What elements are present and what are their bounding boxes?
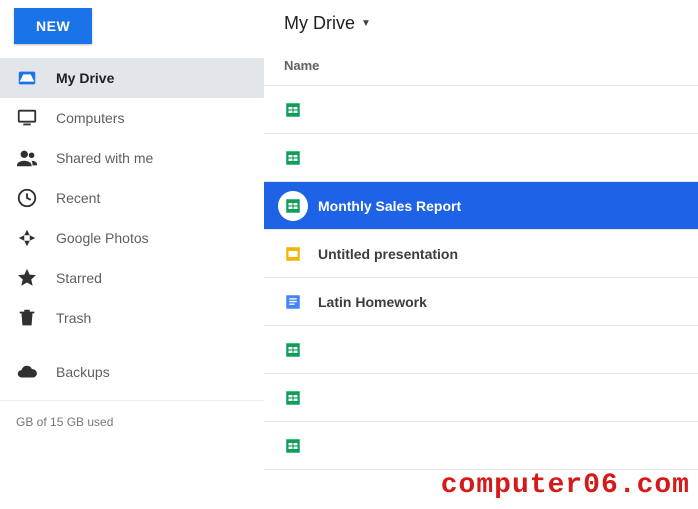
sidebar-item-my-drive[interactable]: My Drive: [0, 58, 264, 98]
new-button[interactable]: NEW: [14, 8, 92, 44]
file-row[interactable]: [264, 134, 698, 182]
slides-file-icon: [284, 245, 318, 263]
sidebar-item-label: Recent: [56, 190, 100, 206]
file-row[interactable]: [264, 86, 698, 134]
sheet-file-icon: [284, 389, 318, 407]
breadcrumb-title: My Drive: [284, 13, 355, 34]
file-name: Latin Homework: [318, 294, 427, 310]
file-row[interactable]: [264, 374, 698, 422]
file-row[interactable]: Untitled presentation: [264, 230, 698, 278]
sidebar: NEW My Drive Computers Shared with me Recen…: [0, 0, 264, 509]
dropdown-caret-icon: ▼: [361, 18, 371, 29]
breadcrumb[interactable]: My Drive ▼: [264, 0, 698, 46]
file-row[interactable]: Latin Homework: [264, 278, 698, 326]
storage-usage: GB of 15 GB used: [0, 400, 264, 429]
sidebar-item-label: Starred: [56, 270, 102, 286]
sidebar-item-backups[interactable]: Backups: [0, 352, 264, 392]
sheet-file-icon: [284, 341, 318, 359]
sidebar-item-starred[interactable]: Starred: [0, 258, 264, 298]
sidebar-item-label: Trash: [56, 310, 91, 326]
file-row[interactable]: [264, 326, 698, 374]
drive-icon: [16, 67, 56, 89]
sidebar-item-label: My Drive: [56, 70, 114, 86]
file-name: Monthly Sales Report: [318, 198, 461, 214]
sheet-file-icon: [284, 101, 318, 119]
file-name: Untitled presentation: [318, 246, 458, 262]
sidebar-item-label: Backups: [56, 364, 110, 380]
sidebar-item-recent[interactable]: Recent: [0, 178, 264, 218]
file-list: Monthly Sales Report Untitled presentatio…: [264, 86, 698, 509]
clock-icon: [16, 187, 56, 209]
main-panel: My Drive ▼ Name Monthly Sales Report Unti…: [264, 0, 698, 509]
star-icon: [16, 267, 56, 289]
cloud-icon: [16, 361, 56, 383]
sidebar-item-label: Google Photos: [56, 230, 149, 246]
computer-icon: [16, 107, 56, 129]
column-header-name[interactable]: Name: [264, 46, 698, 86]
sidebar-item-label: Shared with me: [56, 150, 153, 166]
sidebar-item-photos[interactable]: Google Photos: [0, 218, 264, 258]
sidebar-item-trash[interactable]: Trash: [0, 298, 264, 338]
trash-icon: [16, 307, 56, 329]
sidebar-item-computers[interactable]: Computers: [0, 98, 264, 138]
people-icon: [16, 147, 56, 169]
sidebar-item-label: Computers: [56, 110, 124, 126]
file-row[interactable]: [264, 422, 698, 470]
doc-file-icon: [284, 293, 318, 311]
sidebar-nav: My Drive Computers Shared with me Recent Goo…: [0, 58, 264, 392]
file-row[interactable]: Monthly Sales Report: [264, 182, 698, 230]
sheet-file-icon: [284, 149, 318, 167]
sheet-file-icon: [284, 437, 318, 455]
photos-icon: [16, 227, 56, 249]
sheet-file-icon: [278, 191, 308, 221]
sidebar-item-shared[interactable]: Shared with me: [0, 138, 264, 178]
